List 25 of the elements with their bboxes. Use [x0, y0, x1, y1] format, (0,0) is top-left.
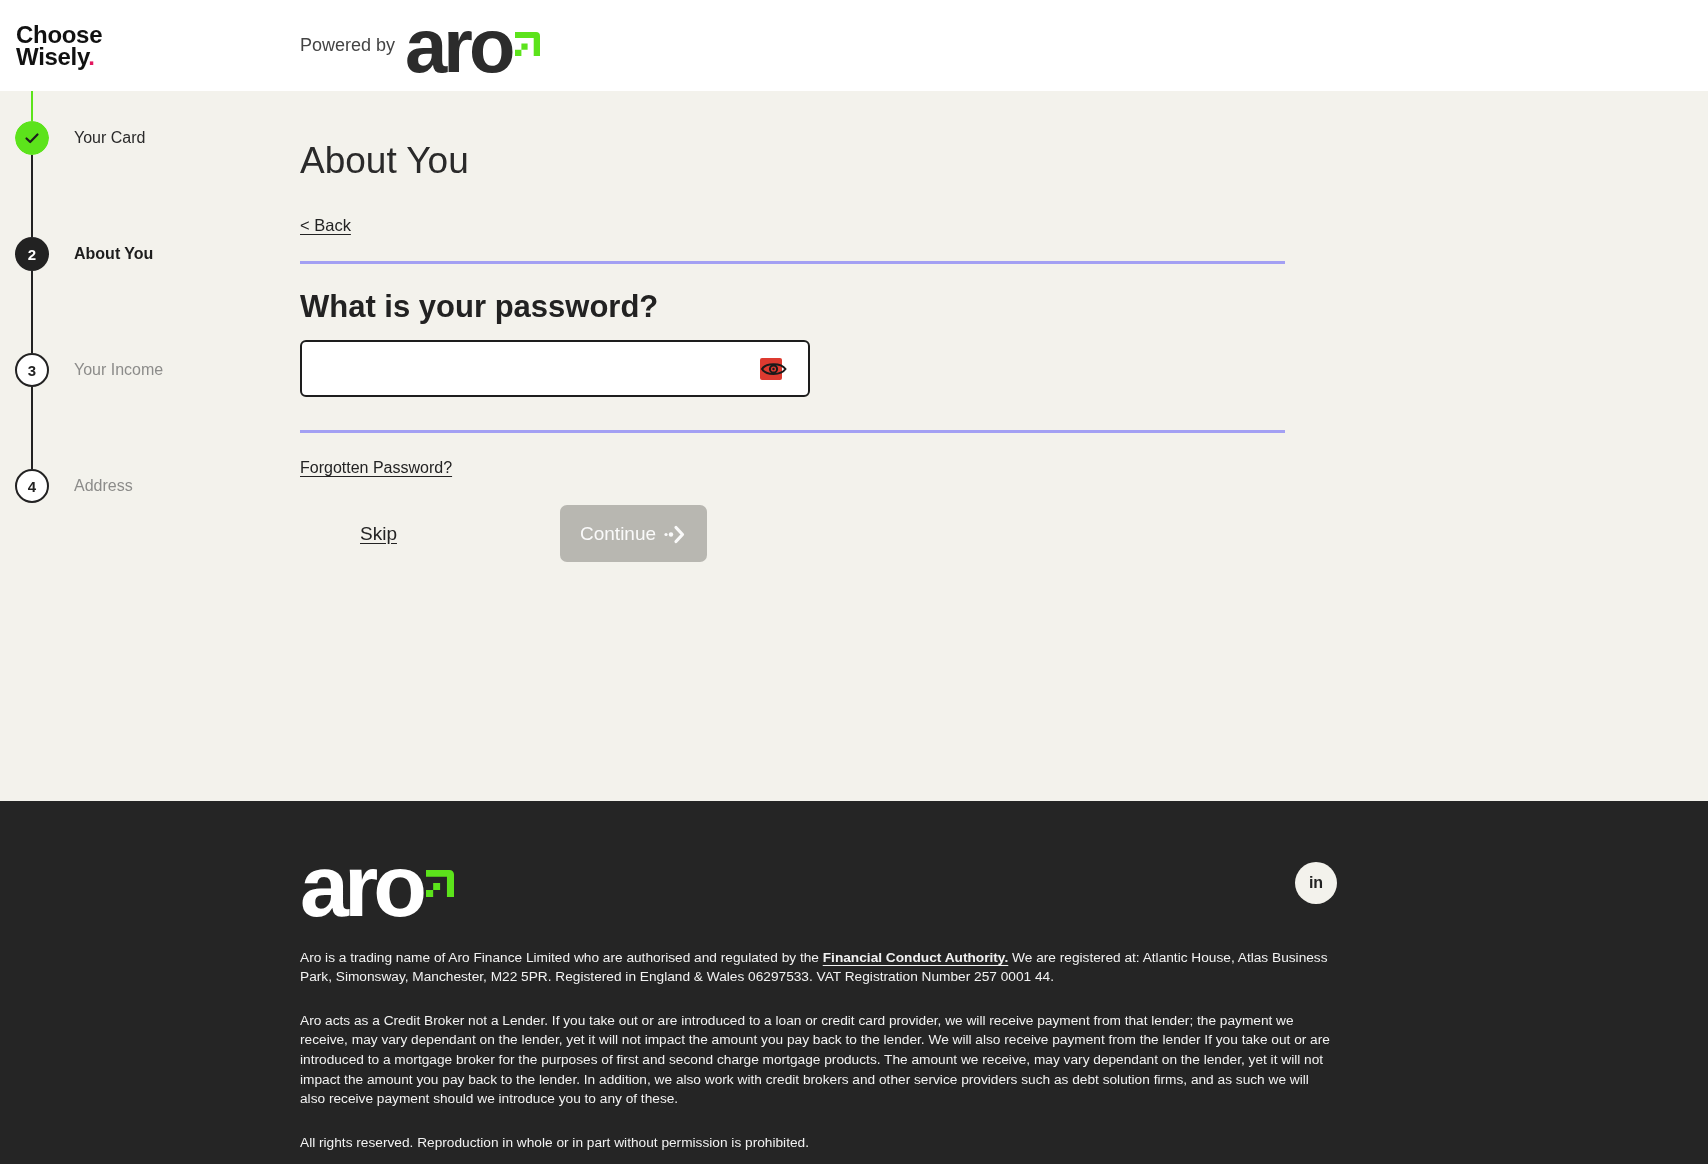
forgot-password-link[interactable]: Forgotten Password? — [300, 457, 453, 479]
rights-text: All rights reserved. Reproduction in whole or in part without permission is prohibited. — [300, 1133, 810, 1152]
step-label: Your Income — [74, 361, 164, 379]
back-link[interactable]: < Back — [300, 214, 351, 236]
password-field[interactable] — [300, 340, 810, 397]
corner-arrow-icon — [515, 31, 541, 56]
step-label: Your Card — [74, 129, 146, 147]
step-number: 4 — [15, 469, 49, 503]
question-heading: What is your password? — [300, 288, 659, 326]
corner-arrow-icon — [425, 870, 454, 897]
eye-icon[interactable] — [760, 357, 787, 380]
brand-logo: Choose Wisely. — [16, 23, 103, 68]
social-button[interactable]: in — [1295, 861, 1337, 904]
powered-by-text: Powered by — [300, 35, 396, 56]
step-number: 2 — [15, 237, 49, 271]
broker-notice-text: Aro acts as a Credit Broker not a Lender. If you take out or are introduced to a loan or credit card provider, we will receive payment from that lender; the payment we receive, may vary dependant on the lender, yet it will not impact the amount you pay back to the lender. We will also receive payment from the lender If you take out or are introduced to a mortgage broker for the purposes of first and second charge mortgage products. The amount we receive, may vary dependant on the lender, yet it will not impact the amount you pay back to the lender. In addition, we also work with credit brokers and other service providers such as debt solution firms, and as such we will also receive payment should we introduce you to any of these. — [300, 1011, 1331, 1109]
footer-wordmark: aro — [300, 855, 424, 917]
fca-link[interactable]: Financial Conduct Authority. — [822, 949, 1009, 965]
step-label: About You — [74, 245, 154, 263]
step-number: 3 — [15, 353, 49, 387]
step-label: Address — [74, 477, 133, 495]
registration-text: Aro is a trading name of Aro Finance Limited who are authorised and regulated by the Financial Conduct Authority. We are registered at: Atlantic House, Atlas Business Park, Simonsway, Manchester, M22 5PR. Registered in England & Wales 06297533. VAT Registration Number 257 0001 44. — [300, 948, 1329, 987]
partner-wordmark: aro — [405, 18, 513, 73]
skip-link[interactable]: Skip — [360, 522, 397, 544]
page-title: About You — [300, 139, 469, 183]
